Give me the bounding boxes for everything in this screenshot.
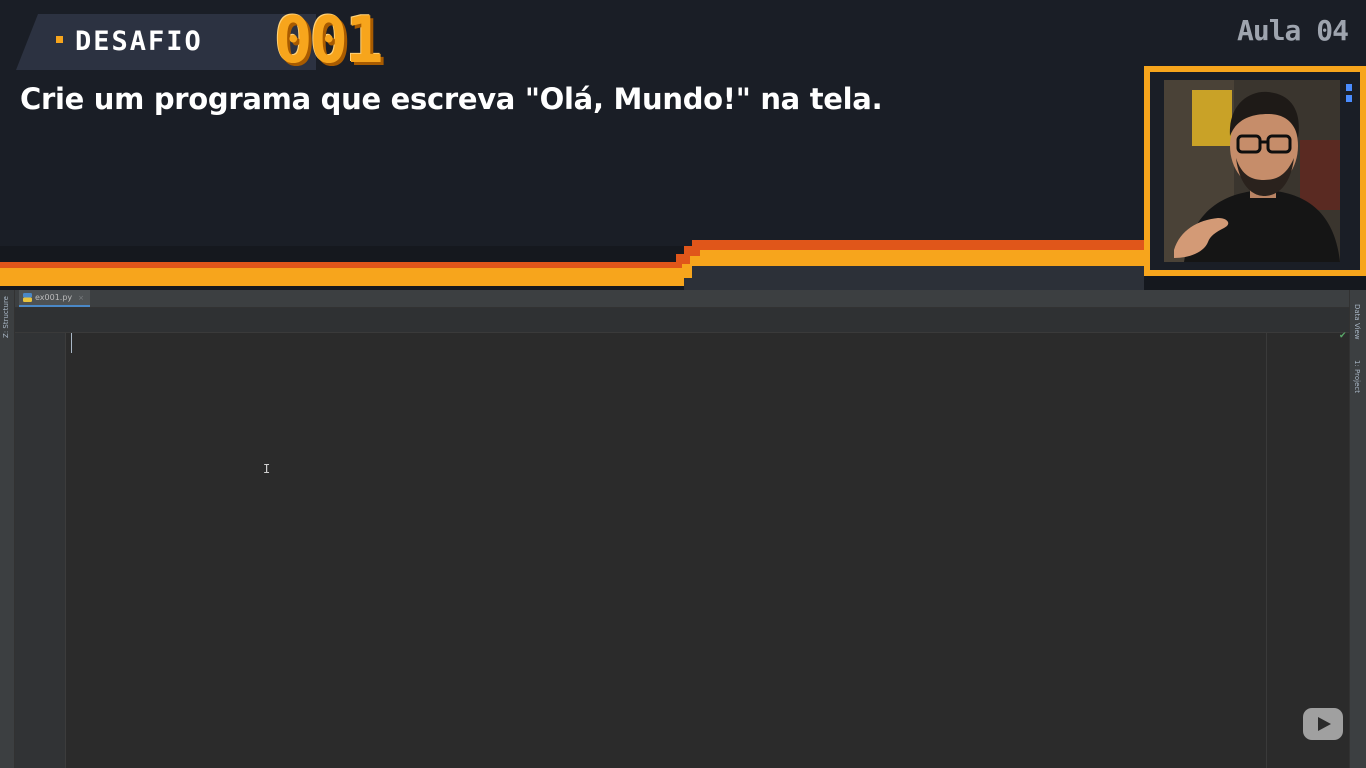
editor-tab-bar: ex001.py × xyxy=(15,290,1349,308)
webcam-inner xyxy=(1150,72,1360,270)
right-margin-guide xyxy=(1266,333,1267,768)
desafio-label: DESAFIO xyxy=(56,24,203,60)
data-view-toolwindow-button[interactable]: Data View xyxy=(1353,304,1361,340)
check-icon[interactable]: ✔ xyxy=(1339,331,1347,341)
youtube-icon[interactable] xyxy=(1303,708,1343,740)
lesson-badge: Aula 04 xyxy=(1236,14,1349,47)
webcam-marker xyxy=(1346,84,1352,102)
navigation-bar xyxy=(15,308,1349,333)
line-number-gutter xyxy=(15,333,66,768)
structure-toolwindow-button[interactable]: Z: Structure xyxy=(2,296,10,338)
tab-label: ex001.py xyxy=(35,293,73,302)
tab-ex001[interactable]: ex001.py × xyxy=(19,290,91,307)
challenge-banner: DESAFIO 001 Aula 04 Crie um programa que… xyxy=(0,0,1366,290)
challenge-number: 001 xyxy=(274,4,384,78)
bullet-icon xyxy=(56,36,63,43)
right-tool-strip: Data View 1: Project xyxy=(1349,290,1366,768)
text-cursor-icon: I xyxy=(263,462,271,476)
presenter-video xyxy=(1164,80,1340,262)
close-icon[interactable]: × xyxy=(78,294,84,302)
text-caret xyxy=(71,333,72,353)
code-editor[interactable] xyxy=(66,333,1266,768)
left-tool-strip: Z: Structure xyxy=(0,290,15,768)
webcam-frame xyxy=(1144,66,1366,276)
python-file-icon xyxy=(23,293,32,302)
ide-window: Z: Structure ex001.py × ✔ I Data View 1:… xyxy=(0,290,1366,768)
challenge-description: Crie um programa que escreva "Olá, Mundo… xyxy=(20,82,883,116)
project-toolwindow-button[interactable]: 1: Project xyxy=(1353,360,1361,393)
desafio-text: DESAFIO xyxy=(75,26,203,57)
